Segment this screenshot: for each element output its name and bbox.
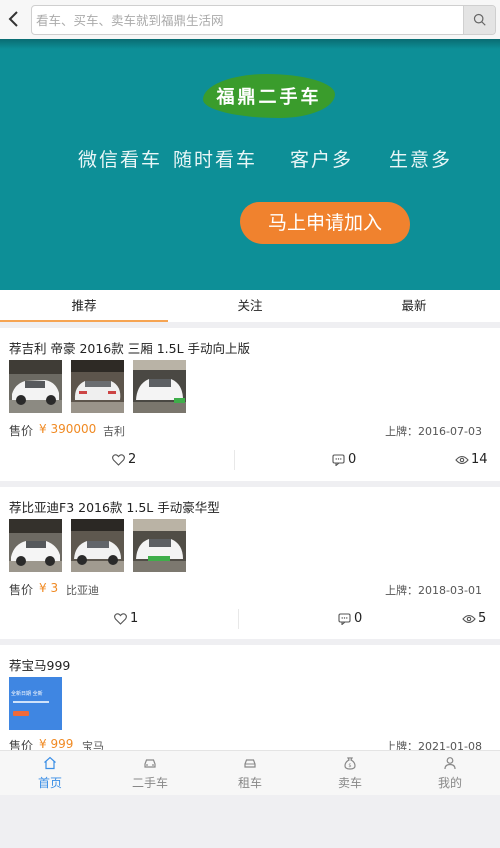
listing-card[interactable]: 荐吉利 帝豪 2016款 三厢 1.5L 手动向上版 售价 ¥ 390000 吉… [0,328,500,481]
car-icon [144,759,156,768]
car-photo[interactable] [133,360,186,413]
top-bar [0,0,500,39]
nav-profile[interactable]: 我的 [400,751,500,796]
brand-tag: 比亚迪 [66,584,99,597]
car-photo[interactable] [9,519,62,572]
view-count: 5 [478,611,487,626]
comment-count: 0 [354,611,363,626]
like-count: 2 [128,452,137,467]
car-photo[interactable]: 全新日期 全新 [9,677,62,730]
nav-home[interactable]: 首页 [0,751,100,796]
bottom-nav: 首页 二手车 租车 $ 卖车 我的 [0,750,500,795]
car-photo[interactable] [133,519,186,572]
slogan-3: 客户多 [290,149,354,171]
car-photo[interactable] [71,360,124,413]
tab-recommended[interactable]: 推荐 [0,290,168,322]
listing-stats: 1 0 5 [0,607,500,633]
view-count: 14 [471,452,488,467]
comment-icon [338,613,351,625]
join-button[interactable]: 马上申请加入 [240,202,410,244]
slogan-2: 随时看车 [173,149,258,171]
listing-title[interactable]: 荐比亚迪F3 2016款 1.5L 手动豪华型 [9,497,220,516]
search-icon [473,13,486,26]
heart-icon [114,613,127,625]
home-icon [44,756,56,770]
search-box [31,5,496,35]
price-value: ¥ 999 [39,737,74,750]
listing-stats: 2 0 14 [0,448,500,474]
tab-latest[interactable]: 最新 [332,290,496,322]
promo-banner[interactable]: 福鼎二手车 微信看车 随时看车 客户多 生意多 马上申请加入 [0,39,500,290]
comment-count: 0 [348,452,357,467]
price-value: ¥ 3 [39,581,59,595]
price-label: 售价 [9,583,34,597]
slogan-4: 生意多 [389,149,453,171]
registration-date: 上牌：2018-03-01 [385,584,482,597]
registration-date: 上牌：2021-01-08 [385,740,482,750]
eye-icon [462,614,476,624]
price-value: ¥ 390000 [39,422,97,436]
money-bag-icon: $ [344,757,356,770]
active-tab-indicator [0,320,168,322]
brand-tag: 宝马 [82,740,104,750]
car-photo[interactable] [9,360,62,413]
brand-tag: 吉利 [103,425,125,438]
slogan-1: 微信看车 [78,149,163,171]
listing-card[interactable]: 荐比亚迪F3 2016款 1.5L 手动豪华型 售价 ¥ 3 比亚迪 上牌：20… [0,487,500,639]
listing-title[interactable]: 荐吉利 帝豪 2016款 三厢 1.5L 手动向上版 [9,338,250,357]
registration-date: 上牌：2016-07-03 [385,425,482,438]
tab-following[interactable]: 关注 [168,290,332,322]
search-button[interactable] [463,6,495,34]
like-count: 1 [130,611,139,626]
svg-text:$: $ [348,763,351,769]
price-label: 售价 [9,424,34,438]
car-photo[interactable] [71,519,124,572]
user-icon [444,757,456,770]
listing-title[interactable]: 荐宝马999 [9,655,70,674]
listing-card[interactable]: 荐宝马999 全新日期 全新 售价 ¥ 999 宝马 上牌：2021-01-08 [0,645,500,750]
rental-car-icon [244,759,256,768]
feed-tabs: 推荐 关注 最新 [0,290,500,322]
banner-logo-text: 福鼎二手车 [216,87,322,108]
heart-icon [112,454,125,466]
nav-rental[interactable]: 租车 [200,751,300,796]
nav-sell[interactable]: $ 卖车 [300,751,400,796]
search-input[interactable] [36,6,461,34]
back-arrow-icon[interactable] [4,8,26,30]
nav-used-cars[interactable]: 二手车 [100,751,200,796]
price-label: 售价 [9,739,34,750]
eye-icon [455,455,469,465]
comment-icon [332,454,345,466]
